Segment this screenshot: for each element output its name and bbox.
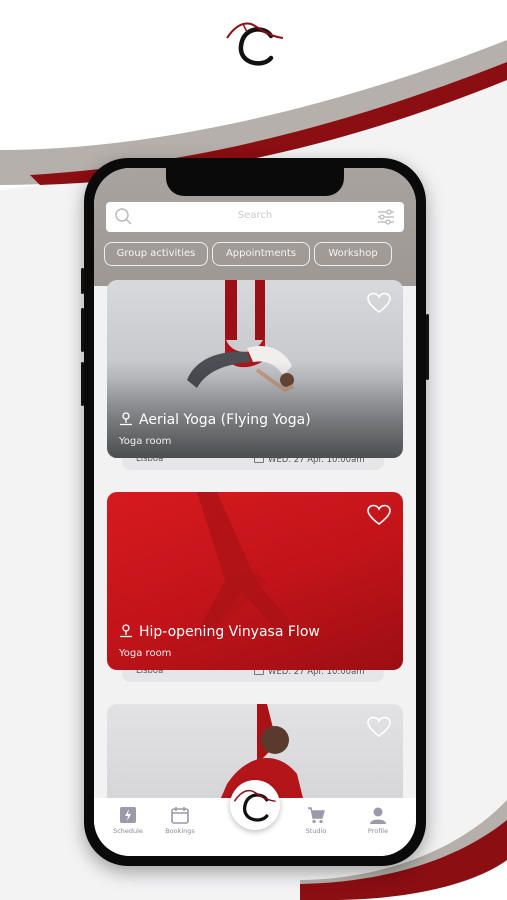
- volume-up: [81, 308, 84, 352]
- tab-bar: Schedule Bookings Studio Profile: [94, 780, 416, 856]
- notch: [166, 168, 344, 196]
- filter-chips: Group activities Appointments Workshop: [104, 242, 406, 266]
- favorite-heart-icon[interactable]: [367, 504, 391, 526]
- home-logo-button[interactable]: [230, 780, 280, 830]
- tab-studio[interactable]: Studio: [290, 806, 342, 835]
- power-button: [426, 314, 429, 380]
- favorite-heart-icon[interactable]: [367, 292, 391, 314]
- chip-workshop[interactable]: Workshop: [314, 242, 392, 266]
- tab-profile[interactable]: Profile: [352, 806, 404, 835]
- volume-down: [81, 362, 84, 406]
- tab-schedule[interactable]: Schedule: [102, 806, 154, 835]
- mute-switch: [81, 268, 84, 294]
- profile-icon: [370, 807, 386, 824]
- filter-icon[interactable]: [376, 208, 396, 226]
- bookings-icon: [171, 807, 189, 824]
- favorite-heart-icon[interactable]: [367, 716, 391, 738]
- app-screen: Search Group activities Appointments Wor…: [94, 168, 416, 856]
- search-input[interactable]: Search: [106, 210, 404, 221]
- pin-icon: [120, 412, 132, 426]
- class-room: Yoga room: [119, 436, 172, 447]
- logo: [226, 22, 284, 66]
- tab-bookings[interactable]: Bookings: [154, 806, 206, 835]
- class-card[interactable]: Aerial Yoga (Flying Yoga) Yoga room: [107, 280, 403, 458]
- chip-appointments[interactable]: Appointments: [212, 242, 310, 266]
- class-title: Aerial Yoga (Flying Yoga): [119, 412, 311, 428]
- pin-icon: [120, 624, 132, 638]
- phone-frame: Search Group activities Appointments Wor…: [81, 158, 429, 866]
- chip-group-activities[interactable]: Group activities: [104, 242, 208, 266]
- schedule-icon: [120, 807, 136, 823]
- logo: [233, 789, 276, 822]
- class-room: Yoga room: [119, 648, 172, 659]
- search-bar[interactable]: Search: [106, 202, 404, 232]
- vinyasa-photo: [195, 492, 307, 650]
- class-card[interactable]: Hip-opening Vinyasa Flow Yoga room: [107, 492, 403, 670]
- class-title: Hip-opening Vinyasa Flow: [119, 624, 320, 640]
- cart-icon: [308, 807, 325, 824]
